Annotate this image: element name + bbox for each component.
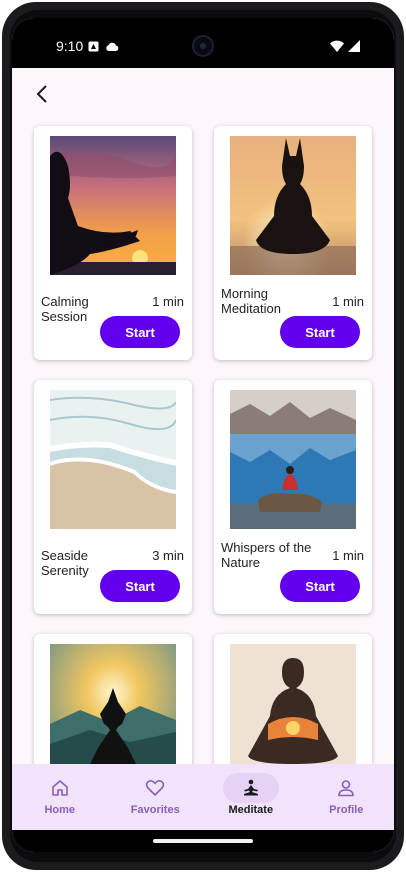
signal-icon: [348, 39, 360, 57]
session-image-double-exposure: [230, 644, 356, 783]
session-card[interactable]: Whispers of the Nature 1 min Start: [214, 380, 372, 614]
session-card[interactable]: Calming Session 1 min Start: [34, 126, 192, 360]
nav-meditate[interactable]: Meditate: [203, 764, 299, 830]
system-gesture-area: [12, 830, 394, 852]
nav-favorites-indicator: [127, 773, 183, 803]
home-icon: [51, 780, 68, 796]
nav-profile-label: Profile: [329, 804, 364, 816]
session-image-sunset-yoga: [50, 136, 176, 275]
session-image-mountain-sunrise: [50, 644, 176, 783]
session-duration: 1 min: [332, 548, 364, 563]
session-duration: 1 min: [152, 294, 184, 309]
nav-meditate-label: Meditate: [228, 804, 274, 816]
home-gesture-bar[interactable]: [153, 839, 253, 843]
status-icons-right: [330, 39, 360, 57]
session-image-mountain-lake: [230, 390, 356, 529]
front-camera: [192, 35, 214, 57]
meditation-icon: [243, 779, 258, 796]
session-title: Morning Meditation: [221, 286, 281, 316]
nav-profile[interactable]: Profile: [299, 764, 395, 830]
heart-icon: [146, 780, 165, 796]
start-button[interactable]: Start: [280, 570, 360, 602]
session-card[interactable]: Seaside Serenity 3 min Start: [34, 380, 192, 614]
app-screen: 9:10 Calming Session 1 min Start Morning…: [12, 18, 394, 852]
bottom-navigation: Home Favorites Meditate Profile: [12, 764, 394, 830]
sim-card-icon: [88, 39, 99, 57]
nav-home[interactable]: Home: [12, 764, 108, 830]
phone-bezel: 9:10 Calming Session 1 min Start Morning…: [10, 10, 396, 862]
cloud-icon: [105, 39, 119, 57]
nav-home-indicator: [32, 773, 88, 803]
nav-favorites-label: Favorites: [130, 804, 180, 816]
session-image-beach-waves: [50, 390, 176, 529]
session-duration: 1 min: [332, 294, 364, 309]
nav-home-label: Home: [44, 804, 76, 816]
status-icons-left: [88, 39, 119, 57]
phone-frame: 9:10 Calming Session 1 min Start Morning…: [2, 2, 404, 870]
back-button[interactable]: [28, 80, 56, 108]
person-icon: [338, 780, 355, 797]
session-duration: 3 min: [152, 548, 184, 563]
nav-favorites[interactable]: Favorites: [108, 764, 204, 830]
status-time: 9:10: [56, 38, 84, 54]
wifi-icon: [330, 39, 344, 57]
top-app-bar: [12, 68, 394, 118]
session-image-sunrise-lake: [230, 136, 356, 275]
session-card[interactable]: Morning Meditation 1 min Start: [214, 126, 372, 360]
back-arrow-icon: [36, 85, 47, 103]
start-button[interactable]: Start: [100, 316, 180, 348]
start-button[interactable]: Start: [100, 570, 180, 602]
nav-profile-indicator: [318, 773, 374, 803]
session-title: Whispers of the Nature: [221, 540, 312, 570]
nav-meditate-indicator: [222, 773, 279, 803]
start-button[interactable]: Start: [280, 316, 360, 348]
status-bar: 9:10: [12, 18, 394, 68]
